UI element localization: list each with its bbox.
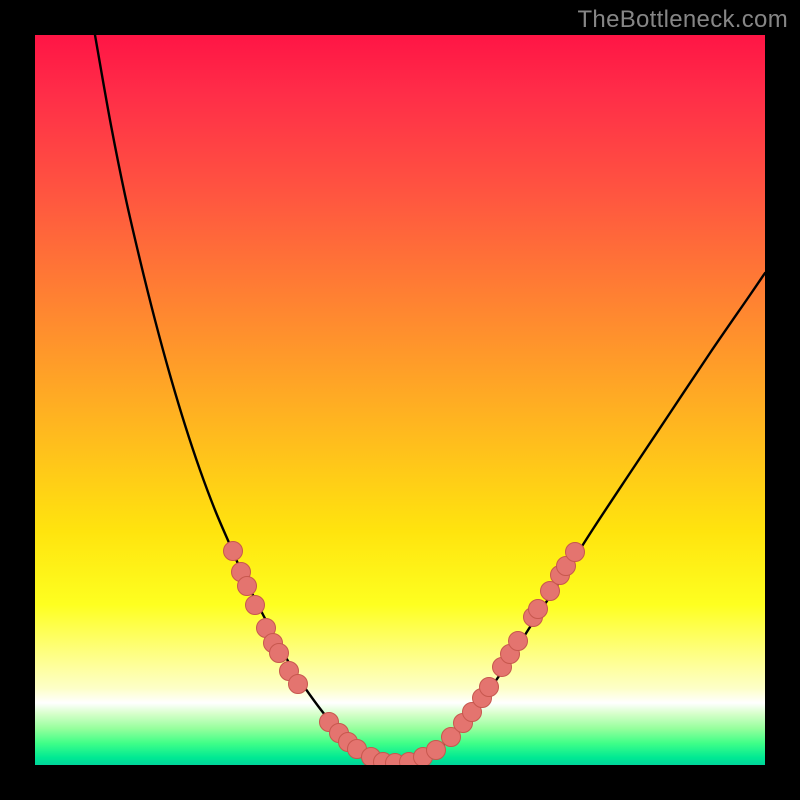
data-dot: [566, 543, 585, 562]
data-dot: [224, 542, 243, 561]
data-dot: [289, 675, 308, 694]
data-dot: [246, 596, 265, 615]
curve-layer: [35, 35, 765, 765]
watermark-text: TheBottleneck.com: [577, 6, 788, 34]
outer-frame: TheBottleneck.com: [0, 0, 800, 800]
data-dot: [480, 678, 499, 697]
plot-area: [35, 35, 765, 765]
data-dot: [238, 577, 257, 596]
data-dot: [270, 644, 289, 663]
data-dot: [427, 741, 446, 760]
data-dot: [529, 600, 548, 619]
dot-layer: [224, 542, 585, 766]
v-curve: [95, 35, 765, 763]
data-dot: [509, 632, 528, 651]
